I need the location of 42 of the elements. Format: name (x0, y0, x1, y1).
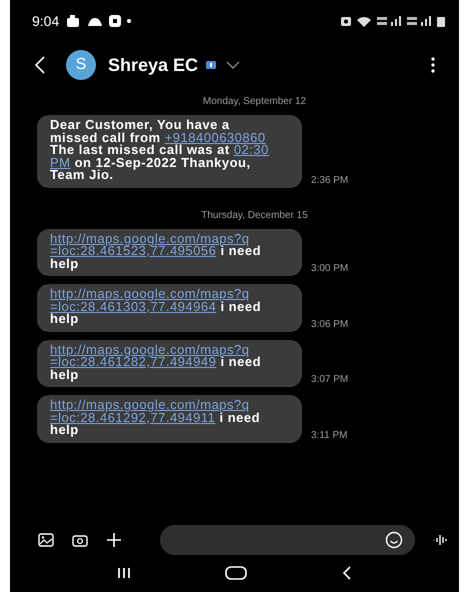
message-bubble: http://maps.google.com/maps?q =loc:28.461282,77.494949 i need help (37, 340, 302, 387)
wifi-icon (357, 16, 371, 26)
message-bubble: http://maps.google.com/maps?q =loc:28.461523,77.495056 i need help (37, 228, 302, 276)
status-time: 9:04 (32, 13, 60, 29)
contact-name: Shreya EC (108, 54, 198, 76)
cloud-icon (87, 16, 104, 26)
gallery-icon (38, 533, 54, 547)
voice-icon (433, 534, 449, 546)
message-link[interactable]: PM (50, 154, 70, 170)
sim-icon (206, 61, 216, 69)
message-time: 3:11 PM (311, 430, 348, 440)
camera-icon (72, 534, 88, 546)
battery-icon (437, 16, 445, 26)
message-link[interactable]: 02:30 (234, 142, 269, 157)
signal-icon (377, 16, 401, 26)
chevron-down-icon (226, 61, 240, 69)
recent-apps-icon (117, 567, 132, 579)
camera-icon (341, 16, 351, 26)
message-link[interactable]: http://maps.google.com/maps?q (50, 286, 250, 301)
message-link[interactable]: http://maps.google.com/maps?q (50, 397, 250, 412)
message-link[interactable]: +918400630860 (164, 130, 266, 144)
message-time: 3:06 PM (311, 318, 348, 330)
signal-icon (407, 16, 431, 26)
back-icon (342, 566, 352, 580)
message-time: 2:36 PM (311, 174, 348, 186)
back-icon (34, 55, 46, 75)
dot-icon (127, 19, 132, 23)
message-bubble: http://maps.google.com/maps?q =loc:28.461292,77.494911 i need help (37, 395, 302, 442)
date-divider: Thursday, December 15 (201, 210, 308, 220)
plus-icon (106, 532, 122, 548)
message-bubble: http://maps.google.com/maps?q =loc:28.461303,77.494964 i need help (37, 284, 302, 332)
message-link[interactable]: http://maps.google.com/maps?q (50, 342, 250, 356)
contact-avatar[interactable]: S (66, 50, 96, 80)
message-bubble: Dear Customer, You have a missed call from +918400630860 The last missed call was at 02:30 PM on 12-Sep-2022 Thankyou, Team Jio. (37, 115, 302, 188)
message-link[interactable]: http://maps.google.com/maps?q (50, 230, 250, 246)
message-time: 3:07 PM (311, 374, 348, 385)
home-icon (225, 566, 248, 580)
emoji-icon (385, 531, 403, 549)
message-time: 3:00 PM (311, 263, 348, 274)
date-divider: Monday, September 12 (202, 96, 306, 107)
more-icon (431, 57, 435, 73)
message-input-field[interactable] (160, 525, 415, 555)
